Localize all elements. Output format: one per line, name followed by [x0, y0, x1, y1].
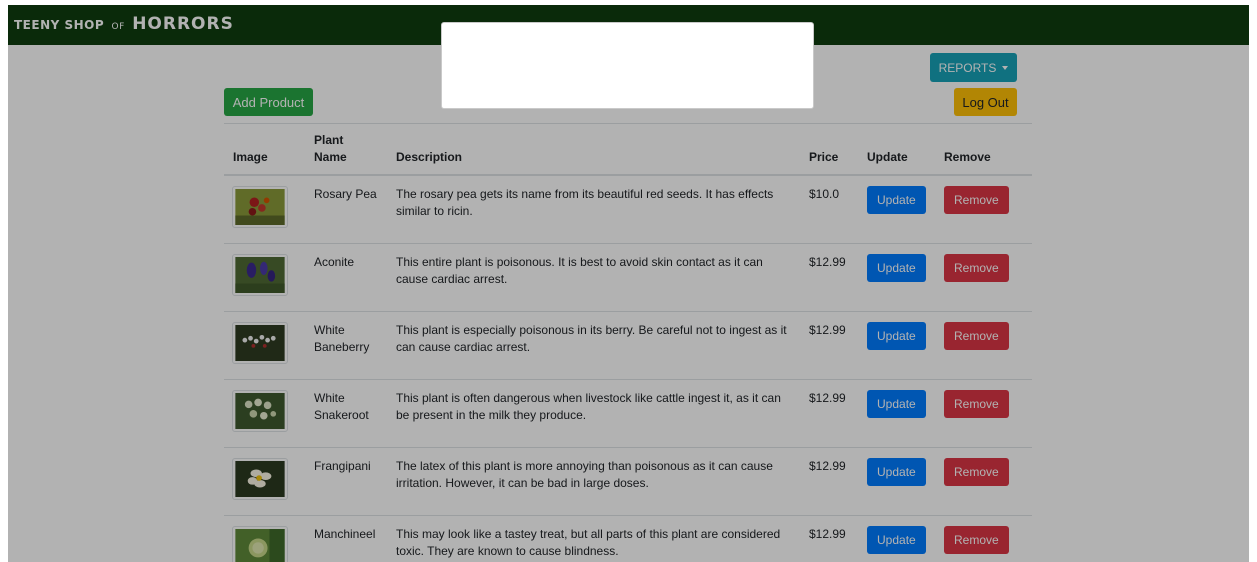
products-table-container: Image Plant Name Description Price Updat…: [224, 123, 1032, 562]
brand-text-of: OF: [111, 22, 125, 32]
table-row: Aconite This entire plant is poisonous. …: [224, 242, 1032, 311]
plant-name: Manchineel: [305, 514, 387, 562]
plant-name: Rosary Pea: [305, 174, 387, 243]
header-image: Image: [224, 123, 305, 176]
plant-name: White Baneberry: [305, 310, 387, 379]
plant-image-manchineel: [232, 525, 288, 562]
brand-text-horrors: HORRORS: [132, 14, 234, 34]
header-update: Update: [858, 123, 935, 176]
plant-image-frangipani: [232, 457, 288, 500]
plant-description: The rosary pea gets its name from its be…: [387, 174, 800, 243]
brand-logo[interactable]: TEENY SHOP OF HORRORS: [14, 14, 234, 34]
plant-price: $12.99: [800, 378, 858, 447]
plant-price: $12.99: [800, 310, 858, 379]
table-row: White Snakeroot This plant is often dang…: [224, 378, 1032, 447]
plant-image-rosary-pea: [232, 186, 288, 228]
update-button[interactable]: Update: [867, 253, 926, 282]
add-product-button[interactable]: Add Product: [224, 88, 313, 116]
header-remove: Remove: [935, 123, 1032, 176]
remove-button[interactable]: Remove: [944, 525, 1009, 554]
plant-image-white-snakeroot: [232, 389, 288, 432]
plant-description: This entire plant is poisonous. It is be…: [387, 242, 800, 311]
update-button[interactable]: Update: [867, 525, 926, 554]
plant-price: $12.99: [800, 242, 858, 311]
plant-name: White Snakeroot: [305, 378, 387, 447]
log-out-button[interactable]: Log Out: [954, 88, 1017, 116]
remove-button[interactable]: Remove: [944, 186, 1009, 214]
plant-image-white-baneberry: [232, 321, 288, 364]
table-row: Rosary Pea The rosary pea gets its name …: [224, 174, 1032, 243]
plant-description: The latex of this plant is more annoying…: [387, 446, 800, 515]
plant-name: Aconite: [305, 242, 387, 311]
app-frame: TEENY SHOP OF HORRORS REPORTS Add Produc…: [8, 5, 1249, 562]
remove-button[interactable]: Remove: [944, 457, 1009, 486]
update-button[interactable]: Update: [867, 321, 926, 350]
plant-description: This plant is especially poisonous in it…: [387, 310, 800, 379]
update-button[interactable]: Update: [867, 457, 926, 486]
header-price: Price: [800, 123, 858, 176]
update-button[interactable]: Update: [867, 389, 926, 418]
toast-message: The 'max' of all prices is 20.99: [554, 47, 701, 84]
reports-dropdown-button[interactable]: REPORTS: [930, 53, 1017, 82]
update-button[interactable]: Update: [867, 186, 926, 214]
remove-button[interactable]: Remove: [944, 321, 1009, 350]
table-header-row: Image Plant Name Description Price Updat…: [224, 123, 1032, 176]
plant-price: $12.99: [800, 446, 858, 515]
header-description: Description: [387, 123, 800, 176]
brand-text-teeny-shop: TEENY SHOP: [14, 18, 105, 32]
plant-image-aconite: [232, 253, 288, 296]
plant-name: Frangipani: [305, 446, 387, 515]
products-table: Image Plant Name Description Price Updat…: [224, 123, 1032, 562]
table-row: Manchineel This may look like a tastey t…: [224, 514, 1032, 562]
plant-price: $12.99: [800, 514, 858, 562]
table-row: Frangipani The latex of this plant is mo…: [224, 446, 1032, 515]
plant-price: $10.0: [800, 174, 858, 243]
caret-down-icon: [1002, 65, 1009, 70]
remove-button[interactable]: Remove: [944, 389, 1009, 418]
reports-label: REPORTS: [938, 60, 997, 75]
report-toast: The 'max' of all prices is 20.99: [441, 22, 814, 109]
plant-description: This may look like a tastey treat, but a…: [387, 514, 800, 562]
table-row: White Baneberry This plant is especially…: [224, 310, 1032, 379]
header-plant-name: Plant Name: [305, 123, 387, 176]
plant-description: This plant is often dangerous when lives…: [387, 378, 800, 447]
remove-button[interactable]: Remove: [944, 253, 1009, 282]
